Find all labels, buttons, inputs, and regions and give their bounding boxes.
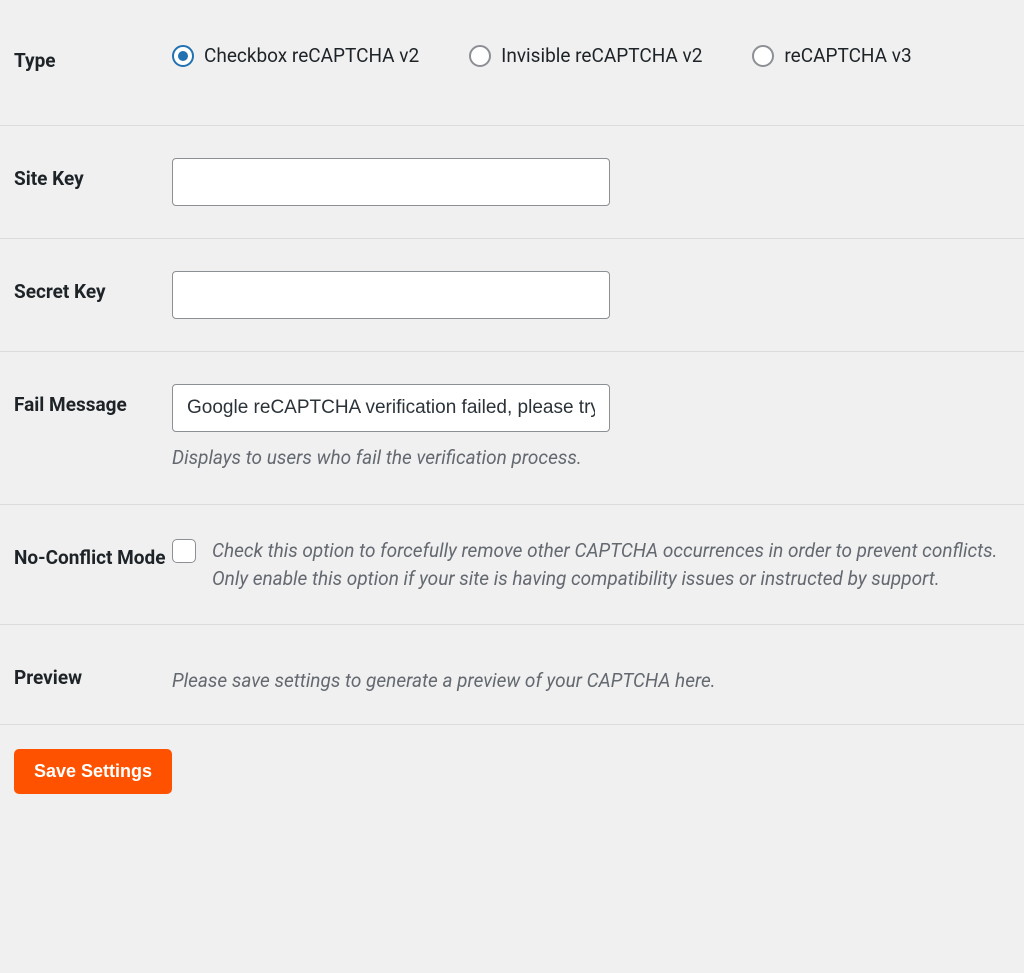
- recaptcha-settings-form: Type Checkbox reCAPTCHA v2 Invisible reC…: [0, 0, 1024, 808]
- preview-row: Preview Please save settings to generate…: [0, 625, 1024, 725]
- secret-key-label: Secret Key: [14, 271, 172, 306]
- radio-icon: [469, 45, 491, 67]
- radio-icon: [752, 45, 774, 67]
- fail-message-row: Fail Message Displays to users who fail …: [0, 352, 1024, 506]
- type-label: Type: [14, 40, 172, 75]
- radio-option-invisible-v2[interactable]: Invisible reCAPTCHA v2: [469, 44, 702, 67]
- no-conflict-checkbox-row: Check this option to forcefully remove o…: [172, 537, 1010, 592]
- no-conflict-description: Check this option to forcefully remove o…: [212, 537, 1010, 592]
- secret-key-row: Secret Key: [0, 239, 1024, 352]
- radio-option-checkbox-v2[interactable]: Checkbox reCAPTCHA v2: [172, 44, 419, 67]
- preview-content: Please save settings to generate a previ…: [172, 657, 1010, 692]
- preview-text: Please save settings to generate a previ…: [172, 657, 1010, 692]
- radio-icon: [172, 45, 194, 67]
- site-key-content: [172, 158, 1010, 206]
- type-row: Type Checkbox reCAPTCHA v2 Invisible reC…: [0, 0, 1024, 126]
- radio-label: Invisible reCAPTCHA v2: [501, 44, 702, 67]
- save-row: Save Settings: [0, 725, 1024, 808]
- fail-message-content: Displays to users who fail the verificat…: [172, 384, 1010, 473]
- radio-option-v3[interactable]: reCAPTCHA v3: [752, 44, 911, 67]
- radio-label: reCAPTCHA v3: [784, 44, 911, 67]
- type-radio-group: Checkbox reCAPTCHA v2 Invisible reCAPTCH…: [172, 40, 1010, 67]
- preview-label: Preview: [14, 657, 172, 692]
- fail-message-input[interactable]: [172, 384, 610, 432]
- site-key-label: Site Key: [14, 158, 172, 193]
- radio-label: Checkbox reCAPTCHA v2: [204, 44, 419, 67]
- type-content: Checkbox reCAPTCHA v2 Invisible reCAPTCH…: [172, 40, 1010, 67]
- no-conflict-row: No-Conflict Mode Check this option to fo…: [0, 505, 1024, 625]
- site-key-input[interactable]: [172, 158, 610, 206]
- secret-key-content: [172, 271, 1010, 319]
- secret-key-input[interactable]: [172, 271, 610, 319]
- fail-message-label: Fail Message: [14, 384, 172, 419]
- no-conflict-content: Check this option to forcefully remove o…: [172, 537, 1010, 592]
- no-conflict-label: No-Conflict Mode: [14, 537, 172, 572]
- no-conflict-checkbox[interactable]: [172, 539, 196, 563]
- save-settings-button[interactable]: Save Settings: [14, 749, 172, 794]
- fail-message-description: Displays to users who fail the verificat…: [172, 444, 1010, 473]
- site-key-row: Site Key: [0, 126, 1024, 239]
